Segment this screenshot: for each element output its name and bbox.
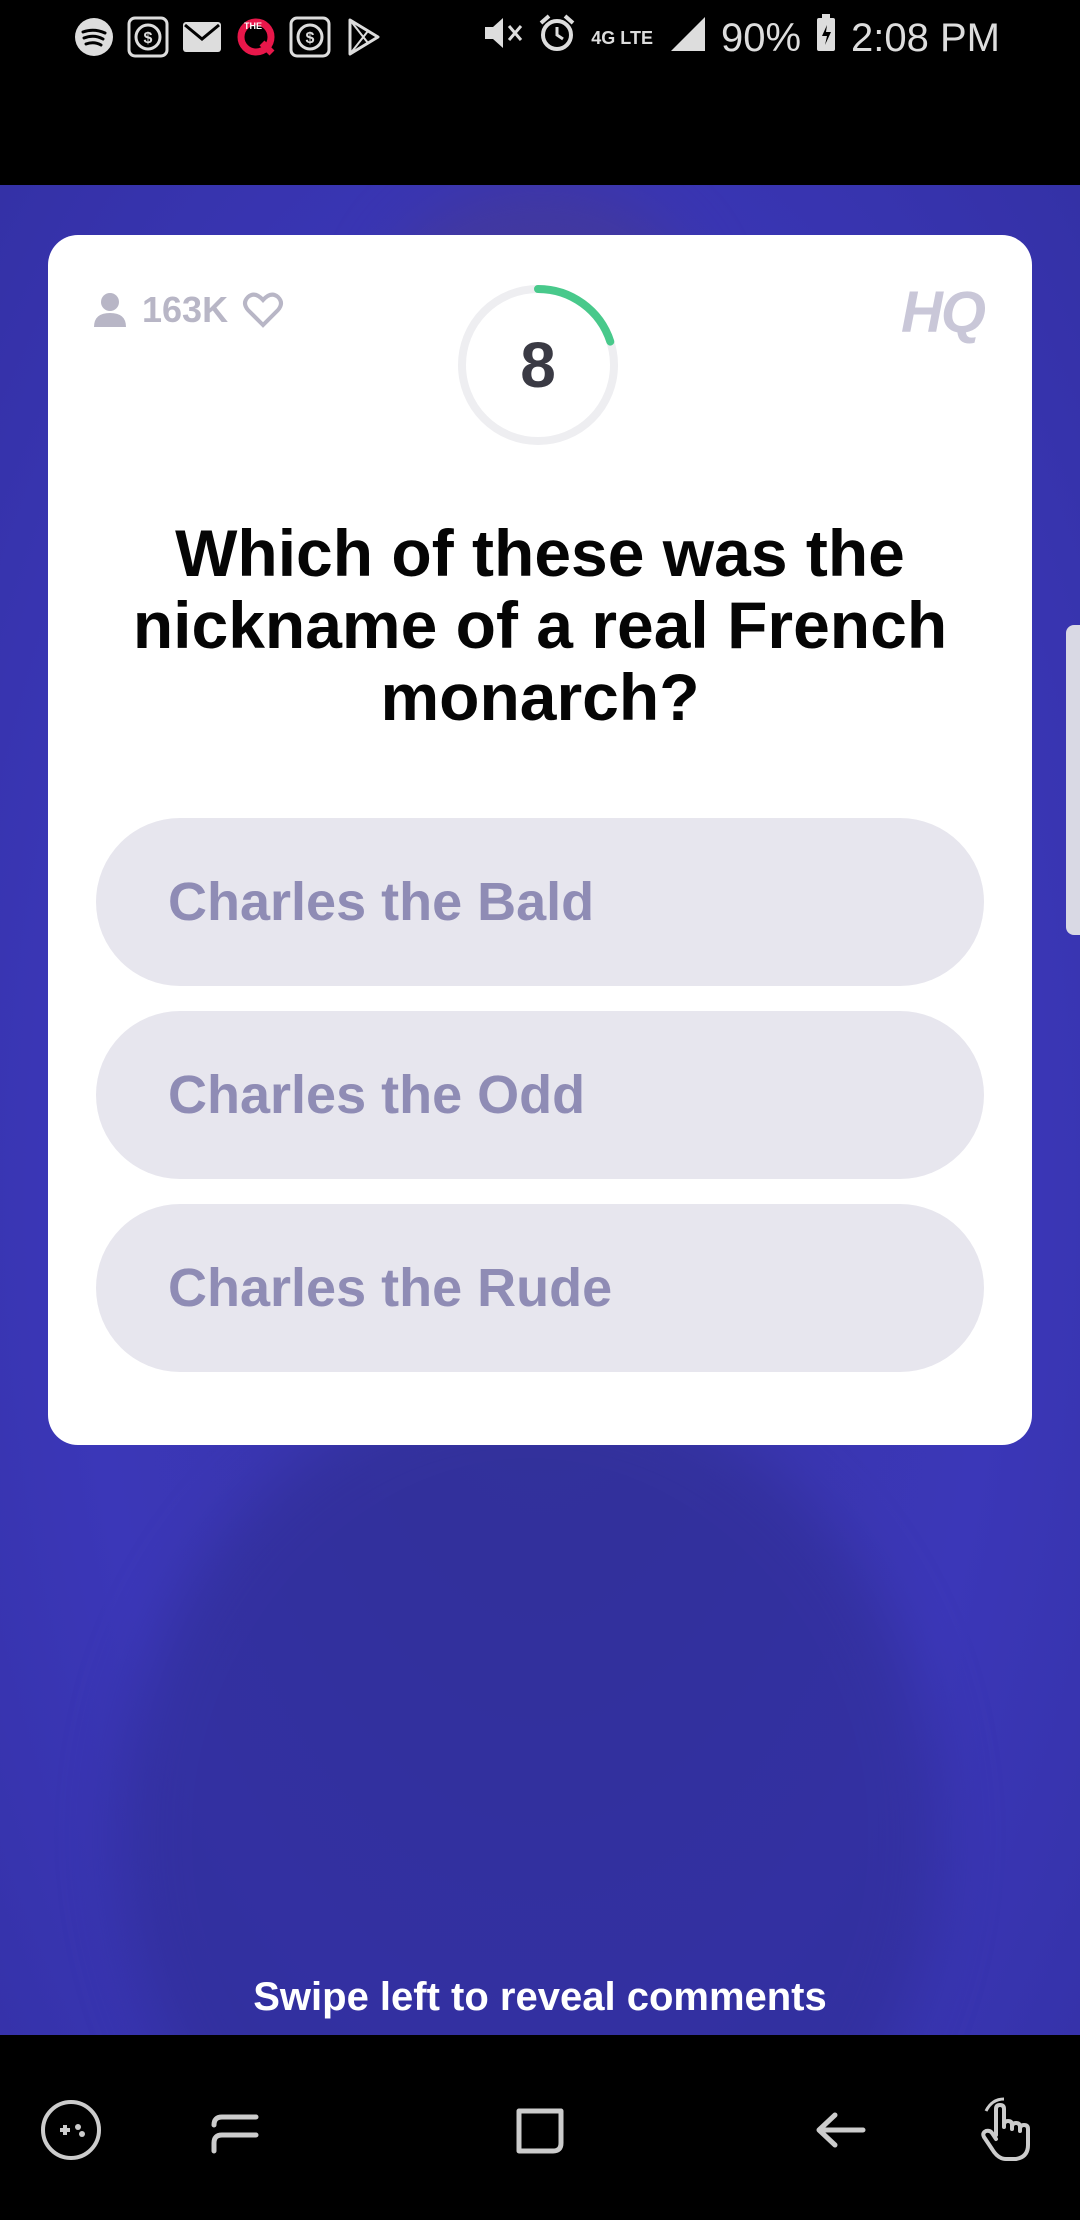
hq-logo: HQ: [901, 280, 986, 345]
timer-value: 8: [520, 329, 556, 401]
background-figure-body: [120, 1385, 940, 2035]
app-icon-2: $: [288, 15, 332, 59]
notification-icons: $ THE $: [72, 14, 386, 60]
battery-icon: [815, 13, 837, 63]
play-store-icon: [342, 15, 386, 59]
answer-option-3[interactable]: Charles the Rude: [96, 1204, 984, 1372]
alarm-icon: [537, 13, 577, 63]
heart-icon[interactable]: [242, 291, 284, 329]
person-icon: [94, 293, 126, 327]
answer-list: Charles the Bald Charles the Odd Charles…: [96, 818, 984, 1397]
mute-icon: [481, 13, 523, 63]
viewer-count: 163K: [92, 289, 284, 331]
answer-option-1[interactable]: Charles the Bald: [96, 818, 984, 986]
touch-icon[interactable]: [970, 2095, 1040, 2165]
signal-icon: [667, 13, 707, 63]
network-label: 4G LTE: [591, 27, 653, 48]
answer-option-2[interactable]: Charles the Odd: [96, 1011, 984, 1179]
system-status: 4G LTE 90% 2:08 PM: [481, 10, 1000, 66]
svg-text:THE: THE: [244, 21, 262, 31]
spotify-icon: [72, 15, 116, 59]
svg-text:$: $: [306, 30, 315, 47]
clock: 2:08 PM: [851, 15, 1000, 60]
game-tools-icon[interactable]: [36, 2095, 106, 2165]
question-text: Which of these was the nickname of a rea…: [132, 516, 948, 734]
recents-icon[interactable]: [200, 2095, 270, 2165]
comments-drawer-handle[interactable]: [1066, 625, 1080, 935]
home-icon[interactable]: [505, 2095, 575, 2165]
countdown-timer: 8: [456, 283, 620, 447]
game-stage: 163K 8 HQ Which of these was the nicknam…: [0, 185, 1080, 2035]
navigation-bar: [0, 2035, 1080, 2220]
mail-icon: [180, 15, 224, 59]
status-bar: $ THE $ 4G LTE 90% 2:08 PM: [0, 0, 1080, 185]
theq-icon: THE: [234, 15, 278, 59]
viewer-count-label: 163K: [142, 289, 229, 330]
question-card: 163K 8 HQ Which of these was the nicknam…: [48, 235, 1032, 1445]
battery-percent: 90%: [720, 15, 802, 60]
app-icon: $: [126, 15, 170, 59]
back-icon[interactable]: [805, 2095, 875, 2165]
swipe-hint: Swipe left to reveal comments: [253, 1975, 827, 2019]
svg-text:$: $: [144, 30, 153, 47]
